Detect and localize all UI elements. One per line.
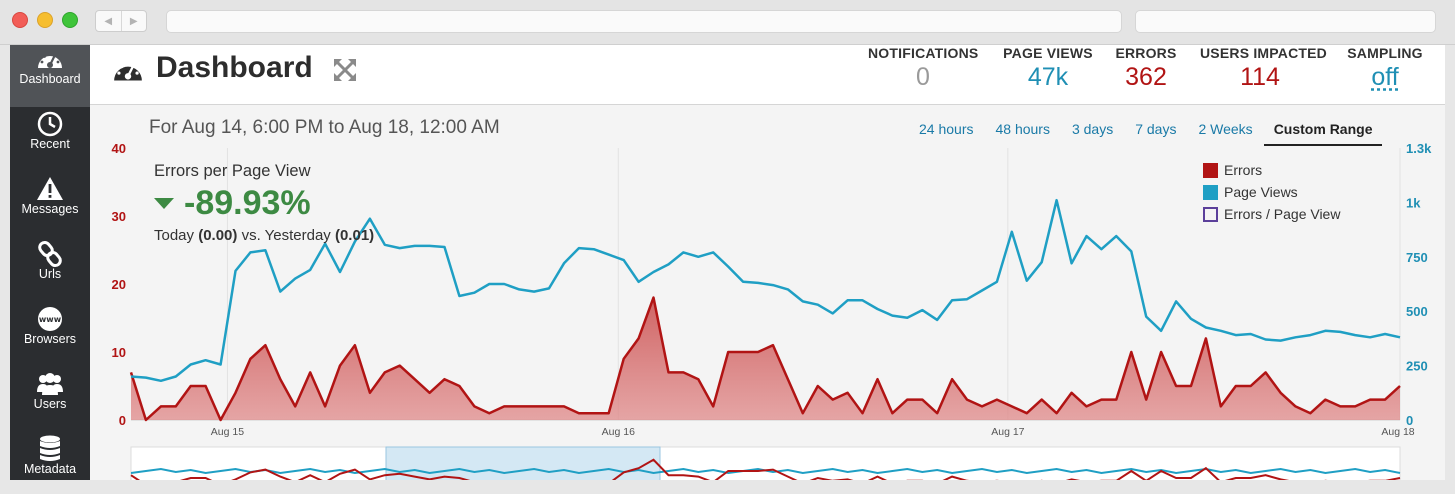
sidebar-item-label: Urls [38, 267, 62, 281]
stat-label: NOTIFICATIONS [868, 45, 979, 61]
x-tick-label: Aug 15 [211, 426, 244, 438]
window-minimize-button[interactable] [37, 12, 53, 28]
stat-label: USERS IMPACTED [1200, 45, 1327, 61]
stat-page-views[interactable]: PAGE VIEWS 47k [1000, 45, 1096, 92]
database-icon [40, 435, 60, 461]
x-tick-label: Aug 17 [991, 426, 1024, 438]
legend-item-errors[interactable]: Errors [1203, 159, 1340, 181]
chart-legend: Errors Page Views Errors / Page View [1203, 159, 1340, 225]
sampling-toggle-link[interactable]: off [1342, 63, 1428, 92]
sidebar-item-urls[interactable]: Urls [10, 237, 90, 299]
legend-label: Errors / Page View [1224, 206, 1341, 222]
sidebar-item-label: Browsers [23, 332, 77, 346]
browser-search-bar[interactable] [1135, 10, 1436, 33]
sidebar-item-label: Messages [21, 202, 79, 216]
metric-percent: -89.93% [184, 184, 311, 222]
legend-label: Errors [1224, 162, 1263, 178]
compare-yesterday-label: vs. Yesterday [241, 227, 331, 244]
stat-value: 0 [916, 63, 930, 91]
compare-today-value: (0.00) [198, 227, 238, 244]
sidebar: Dashboard Recent Messages Urls www Brows… [10, 45, 90, 480]
y-right-tick-label: 1k [1406, 195, 1421, 210]
sidebar-item-recent[interactable]: Recent [10, 107, 90, 169]
y-left-tick-label: 20 [112, 277, 126, 292]
legend-swatch [1203, 206, 1218, 222]
back-arrow-icon[interactable]: ◀ [96, 11, 122, 31]
metric-title: Errors per Page View [154, 162, 311, 180]
dashboard-header: Dashboard NOTIFICATIONS 0 PAGE VIEWS 47k… [90, 45, 1445, 105]
expand-icon[interactable] [333, 58, 357, 82]
y-right-tick-label: 750 [1406, 250, 1428, 265]
y-left-tick-label: 40 [112, 141, 126, 156]
metric-value: -89.93% [154, 184, 374, 223]
gauge-icon [38, 52, 62, 68]
stat-value: 114 [1240, 63, 1280, 91]
sidebar-item-metadata[interactable]: Metadata [10, 432, 90, 494]
compare-today-label: Today [154, 227, 195, 244]
legend-swatch [1203, 162, 1218, 178]
warning-icon [37, 177, 63, 200]
legend-swatch [1203, 184, 1218, 200]
sidebar-item-users[interactable]: Users [10, 367, 90, 429]
window-close-button[interactable] [12, 12, 28, 28]
globe-icon: www [38, 307, 62, 331]
stat-label: ERRORS [1115, 45, 1177, 61]
sidebar-item-messages[interactable]: Messages [10, 172, 90, 234]
sidebar-item-label: Metadata [23, 462, 77, 476]
stat-value: 47k [1027, 63, 1069, 91]
gauge-icon [114, 62, 142, 81]
legend-label: Page Views [1224, 184, 1298, 200]
legend-item-page-views[interactable]: Page Views [1203, 181, 1340, 203]
overview-navigator [130, 446, 1401, 480]
stat-label: SAMPLING [1347, 45, 1423, 61]
y-left-tick-label: 10 [112, 345, 126, 360]
browser-nav-buttons: ◀ ▶ [95, 10, 147, 32]
sidebar-item-label: Users [33, 397, 67, 411]
users-icon [37, 373, 63, 395]
sidebar-item-browsers[interactable]: www Browsers [10, 302, 90, 364]
x-tick-label: Aug 16 [602, 426, 635, 438]
stat-errors[interactable]: ERRORS 362 [1113, 45, 1179, 92]
legend-item-errors-per-page-view[interactable]: Errors / Page View [1203, 203, 1340, 225]
metric-summary: Errors per Page View -89.93% Today (0.00… [154, 162, 374, 244]
stat-value: 362 [1125, 63, 1167, 91]
y-right-tick-label: 0 [1406, 413, 1413, 428]
svg-text:www: www [39, 315, 62, 324]
address-bar[interactable] [166, 10, 1122, 33]
clock-icon [37, 111, 63, 137]
stat-notifications[interactable]: NOTIFICATIONS 0 [868, 45, 978, 92]
forward-arrow-icon[interactable]: ▶ [122, 11, 147, 31]
sidebar-item-dashboard[interactable]: Dashboard [10, 45, 90, 107]
y-right-tick-label: 1.3k [1406, 141, 1432, 156]
stat-label: PAGE VIEWS [1003, 45, 1093, 61]
chart-panel: For Aug 14, 6:00 PM to Aug 18, 12:00 AM … [90, 105, 1445, 480]
y-right-tick-label: 500 [1406, 304, 1428, 319]
y-left-tick-label: 30 [112, 209, 126, 224]
sidebar-item-label: Recent [30, 137, 70, 151]
down-arrow-icon [154, 198, 174, 209]
metric-comparison: Today (0.00) vs. Yesterday (0.01) [154, 227, 374, 244]
y-left-tick-label: 0 [119, 413, 126, 428]
y-right-tick-label: 250 [1406, 359, 1428, 374]
browser-toolbar: ◀ ▶ [0, 0, 1455, 45]
compare-yesterday-value: (0.01) [334, 227, 375, 244]
stat-users-impacted[interactable]: USERS IMPACTED 114 [1200, 45, 1327, 92]
page-title: Dashboard [156, 51, 313, 84]
window-maximize-button[interactable] [62, 12, 78, 28]
link-icon [38, 240, 62, 268]
stat-sampling[interactable]: SAMPLING off [1342, 45, 1428, 92]
sidebar-item-label: Dashboard [19, 72, 81, 86]
